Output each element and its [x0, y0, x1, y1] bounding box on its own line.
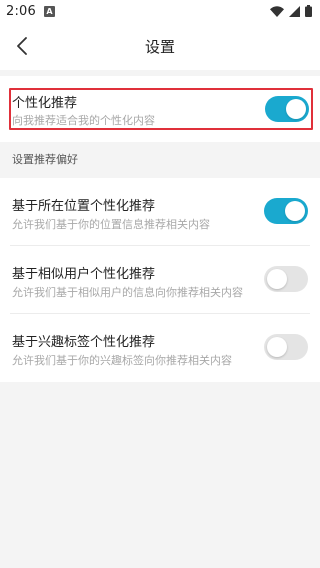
- item-title: 基于所在位置个性化推荐: [12, 199, 156, 214]
- back-button[interactable]: [6, 30, 38, 62]
- preferences-list: 基于所在位置个性化推荐 允许我们基于你的位置信息推荐相关内容 基于相似用户个性化…: [0, 178, 320, 382]
- status-time: 2:06: [6, 3, 36, 19]
- list-item: 基于相似用户个性化推荐 允许我们基于相似用户的信息向你推荐相关内容: [10, 246, 310, 314]
- item-title: 基于兴趣标签个性化推荐: [12, 335, 156, 350]
- toggle-knob: [267, 269, 287, 289]
- personalized-recommendation-card: 个性化推荐 向我推荐适合我的个性化内容: [0, 76, 320, 142]
- interest-tags-recommendation-toggle[interactable]: [264, 334, 308, 360]
- settings-screen: 2:06 A 设置 个性化推荐 向我推荐适合我的个性化内容 设置推荐偏好 基于所…: [0, 0, 320, 568]
- item-description: 允许我们基于相似用户的信息向你推荐相关内容: [12, 286, 243, 299]
- item-title: 基于相似用户个性化推荐: [12, 267, 156, 282]
- toggle-knob: [286, 99, 306, 119]
- notification-app-icon: A: [44, 5, 55, 17]
- item-description: 允许我们基于你的兴趣标签向你推荐相关内容: [12, 354, 232, 367]
- location-recommendation-toggle[interactable]: [264, 198, 308, 224]
- item-description: 允许我们基于你的位置信息推荐相关内容: [12, 218, 210, 231]
- wifi-icon: [270, 5, 284, 17]
- list-item: 基于所在位置个性化推荐 允许我们基于你的位置信息推荐相关内容: [10, 178, 310, 246]
- cellular-signal-icon: [289, 5, 300, 17]
- list-item: 基于兴趣标签个性化推荐 允许我们基于你的兴趣标签向你推荐相关内容: [10, 314, 310, 382]
- personalized-recommendation-toggle[interactable]: [265, 96, 309, 122]
- battery-icon: [305, 5, 312, 17]
- section-label: 设置推荐偏好: [0, 142, 320, 178]
- page-title: 设置: [144, 37, 175, 56]
- similar-users-recommendation-toggle[interactable]: [264, 266, 308, 292]
- toggle-knob: [285, 201, 305, 221]
- app-header: 设置: [0, 22, 320, 70]
- toggle-knob: [267, 337, 287, 357]
- status-indicators: [270, 5, 312, 17]
- chevron-left-icon: [17, 37, 27, 55]
- status-bar: 2:06 A: [0, 0, 320, 22]
- setting-description: 向我推荐适合我的个性化内容: [12, 114, 155, 127]
- setting-title: 个性化推荐: [12, 96, 78, 111]
